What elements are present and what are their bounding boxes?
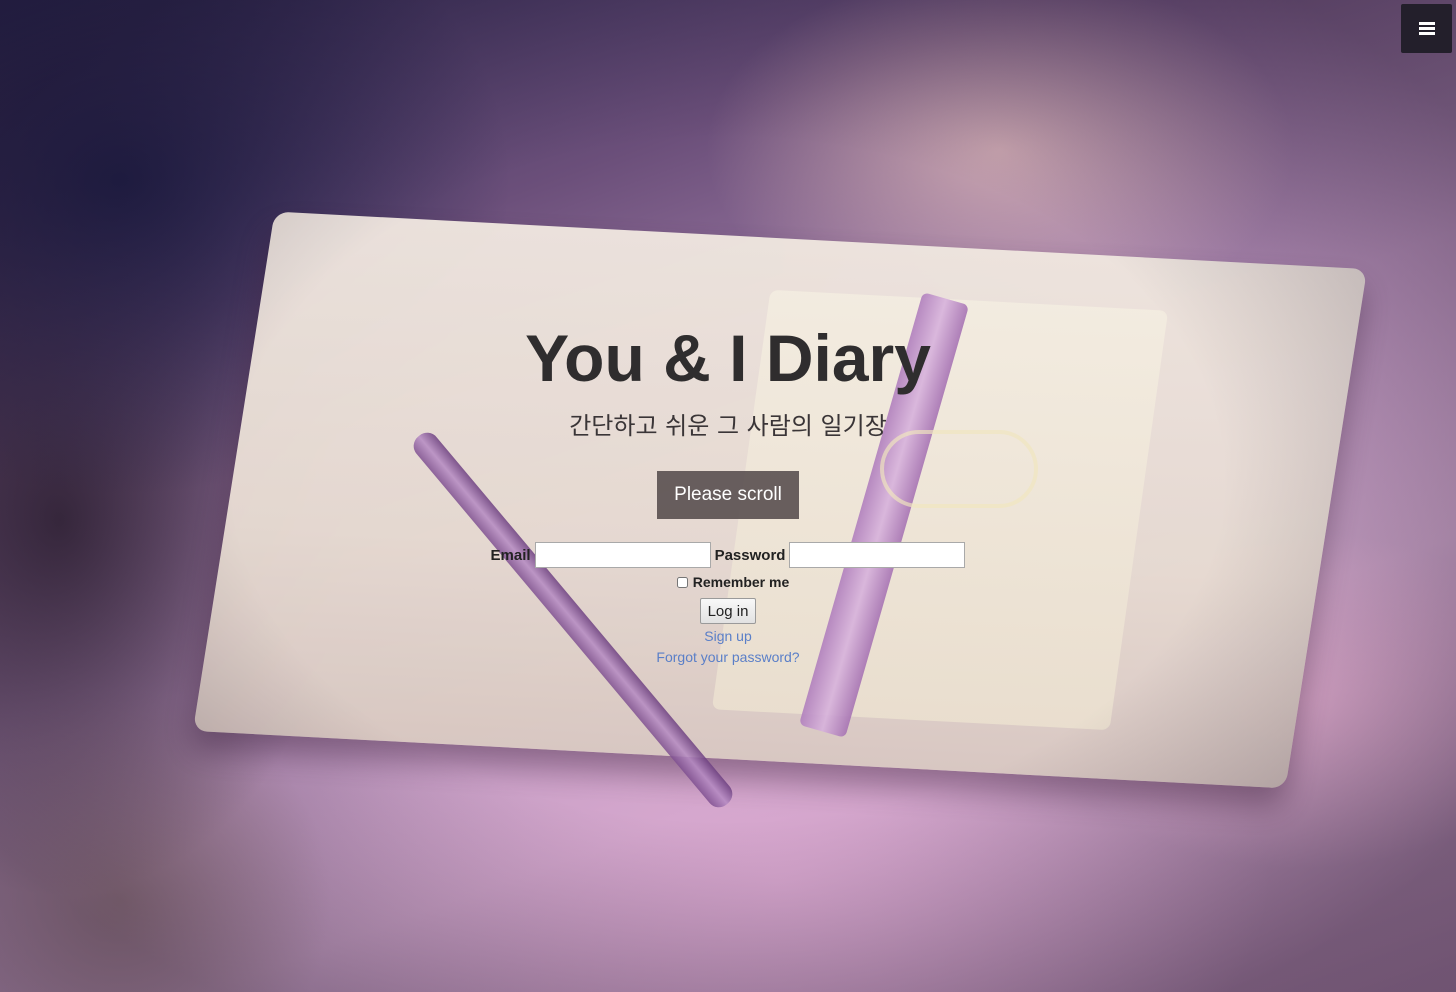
page-title: You & I Diary	[525, 321, 931, 395]
remember-me-label: Remember me	[692, 574, 790, 590]
email-field[interactable]	[534, 542, 711, 568]
page-background: You & I Diary 간단하고 쉬운 그 사람의 일기장 Please s…	[0, 0, 1456, 992]
sign-up-link[interactable]: Sign up	[704, 626, 751, 647]
hamburger-menu-icon	[1418, 21, 1435, 36]
auth-links: Sign up Forgot your password?	[0, 626, 1456, 668]
password-label: Password	[714, 546, 786, 564]
password-field[interactable]	[789, 542, 966, 568]
remember-me-checkbox[interactable]	[676, 576, 688, 588]
remember-me-row: Remember me	[0, 574, 1456, 590]
login-button[interactable]: Log in	[699, 598, 757, 624]
credentials-row: Email Password	[0, 542, 1456, 568]
menu-toggle-button[interactable]	[1401, 4, 1452, 53]
page-subtitle: 간단하고 쉬운 그 사람의 일기장	[569, 412, 887, 440]
login-form: Email Password Remember me Log in Sign u…	[0, 542, 1456, 668]
forgot-password-link[interactable]: Forgot your password?	[656, 647, 799, 668]
hero-section: You & I Diary 간단하고 쉬운 그 사람의 일기장 Please s…	[0, 318, 1456, 519]
email-label: Email	[490, 546, 531, 564]
please-scroll-button[interactable]: Please scroll	[657, 471, 799, 519]
